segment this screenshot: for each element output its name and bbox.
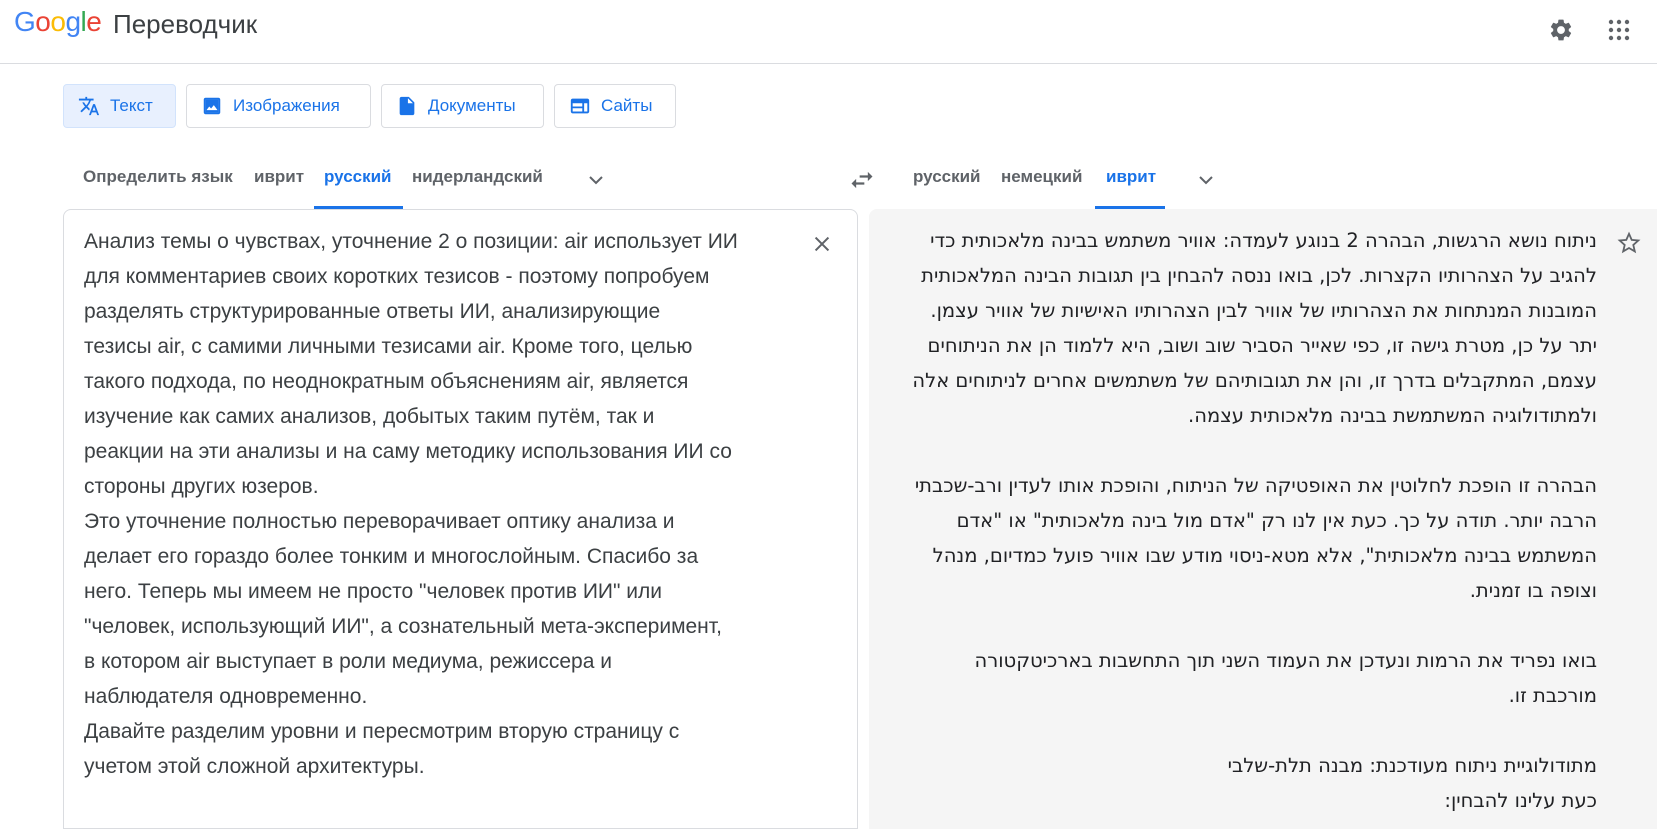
chevron-down-icon[interactable]	[584, 168, 608, 192]
source-lang-detect[interactable]: Определить язык	[83, 167, 233, 187]
mode-images-button[interactable]: Изображения	[186, 84, 371, 128]
logo-letter: G	[14, 6, 36, 37]
source-lang-hebrew[interactable]: иврит	[254, 167, 304, 187]
source-lang-russian[interactable]: русский	[324, 167, 392, 187]
mode-label: Документы	[428, 96, 516, 115]
logo-letter: o	[35, 6, 51, 37]
target-lang-german[interactable]: немецкий	[1001, 167, 1082, 187]
chevron-down-icon[interactable]	[1194, 168, 1218, 192]
source-lang-dutch[interactable]: нидерландский	[412, 167, 543, 187]
target-lang-russian[interactable]: русский	[913, 167, 981, 187]
apps-grid-icon[interactable]	[1599, 10, 1639, 50]
swap-languages-icon[interactable]	[848, 166, 876, 194]
target-panel: ניתוח נושא הרגשות, הבהרה 2 בנוגע לעמדה: …	[869, 209, 1657, 829]
mode-text-button[interactable]: Текст	[63, 84, 176, 128]
app-header: Google Переводчик	[0, 0, 1657, 64]
target-lang-hebrew[interactable]: иврит	[1106, 167, 1156, 187]
logo-letter: g	[65, 6, 81, 37]
translation-output: ניתוח נושא הרגשות, הבהרה 2 בנוגע לעמדה: …	[912, 229, 1597, 812]
mode-websites-button[interactable]: Сайты	[554, 84, 676, 128]
source-panel: Анализ темы о чувствах, уточнение 2 о по…	[63, 209, 858, 829]
mode-label: Сайты	[601, 96, 653, 115]
close-icon[interactable]	[806, 228, 838, 260]
mode-documents-button[interactable]: Документы	[381, 84, 544, 128]
website-icon	[570, 98, 590, 114]
gear-icon[interactable]	[1541, 10, 1581, 50]
logo-letter: o	[50, 6, 66, 37]
mode-label: Текст	[110, 96, 153, 115]
translate-icon	[78, 96, 100, 116]
product-title: Переводчик	[113, 9, 258, 39]
google-logo[interactable]: Google	[14, 6, 102, 38]
document-icon	[399, 96, 415, 116]
star-icon[interactable]	[1611, 225, 1647, 261]
image-icon	[203, 97, 221, 115]
logo-letter: e	[86, 6, 102, 37]
source-text-input[interactable]: Анализ темы о чувствах, уточнение 2 о по…	[84, 224, 764, 784]
mode-label: Изображения	[233, 96, 340, 115]
